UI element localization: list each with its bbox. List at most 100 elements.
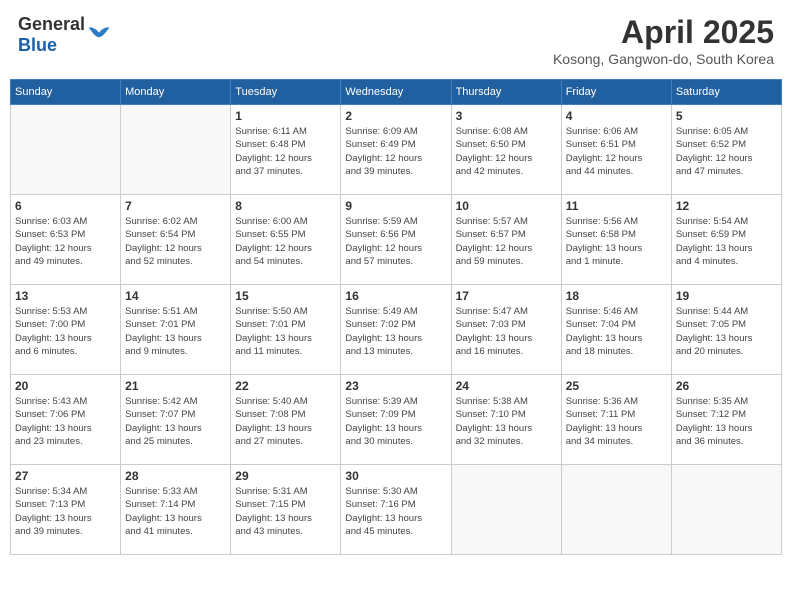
day-number: 18	[566, 289, 667, 303]
day-info: Sunrise: 5:36 AMSunset: 7:11 PMDaylight:…	[566, 395, 667, 448]
logo-blue-text: Blue	[18, 35, 85, 56]
day-number: 24	[456, 379, 557, 393]
day-info: Sunrise: 5:46 AMSunset: 7:04 PMDaylight:…	[566, 305, 667, 358]
calendar-cell: 14Sunrise: 5:51 AMSunset: 7:01 PMDayligh…	[121, 285, 231, 375]
day-number: 23	[345, 379, 446, 393]
day-number: 8	[235, 199, 336, 213]
day-info: Sunrise: 5:34 AMSunset: 7:13 PMDaylight:…	[15, 485, 116, 538]
calendar-cell: 12 Sunrise: 5:54 AMSunset: 6:59 PMDayligh…	[671, 195, 781, 285]
day-info: Sunrise: 6:00 AMSunset: 6:55 PMDaylight:…	[235, 215, 336, 268]
day-number: 6	[15, 199, 116, 213]
day-number: 28	[125, 469, 226, 483]
day-info: Sunrise: 5:31 AMSunset: 7:15 PMDaylight:…	[235, 485, 336, 538]
calendar-cell	[451, 465, 561, 555]
day-number: 30	[345, 469, 446, 483]
day-number: 26	[676, 379, 777, 393]
calendar-cell: 2 Sunrise: 6:09 AMSunset: 6:49 PMDaylight…	[341, 105, 451, 195]
calendar-cell: 9 Sunrise: 5:59 AMSunset: 6:56 PMDaylight…	[341, 195, 451, 285]
calendar-cell: 23 Sunrise: 5:39 AMSunset: 7:09 PMDayligh…	[341, 375, 451, 465]
calendar-cell: 21 Sunrise: 5:42 AMSunset: 7:07 PMDayligh…	[121, 375, 231, 465]
weekday-header-friday: Friday	[561, 80, 671, 105]
day-info: Sunrise: 5:30 AMSunset: 7:16 PMDaylight:…	[345, 485, 446, 538]
day-number: 21	[125, 379, 226, 393]
day-number: 22	[235, 379, 336, 393]
calendar-cell: 30 Sunrise: 5:30 AMSunset: 7:16 PMDayligh…	[341, 465, 451, 555]
logo: General Blue	[18, 14, 111, 56]
calendar-cell: 11 Sunrise: 5:56 AMSunset: 6:58 PMDayligh…	[561, 195, 671, 285]
day-number: 7	[125, 199, 226, 213]
day-number: 20	[15, 379, 116, 393]
page-header: General Blue April 2025 Kosong, Gangwon-…	[10, 10, 782, 71]
day-info: Sunrise: 5:43 AMSunset: 7:06 PMDaylight:…	[15, 395, 116, 448]
calendar-cell: 20 Sunrise: 5:43 AMSunset: 7:06 PMDayligh…	[11, 375, 121, 465]
day-number: 14	[125, 289, 226, 303]
calendar-week-row: 13 Sunrise: 5:53 AMSunset: 7:00 PMDayligh…	[11, 285, 782, 375]
day-number: 25	[566, 379, 667, 393]
calendar-cell: 29 Sunrise: 5:31 AMSunset: 7:15 PMDayligh…	[231, 465, 341, 555]
day-number: 19	[676, 289, 777, 303]
weekday-header-monday: Monday	[121, 80, 231, 105]
day-info: Sunrise: 5:49 AMSunset: 7:02 PMDaylight:…	[345, 305, 446, 358]
day-number: 5	[676, 109, 777, 123]
calendar-cell: 7Sunrise: 6:02 AMSunset: 6:54 PMDaylight…	[121, 195, 231, 285]
calendar-cell: 15 Sunrise: 5:50 AMSunset: 7:01 PMDayligh…	[231, 285, 341, 375]
day-info: Sunrise: 6:11 AMSunset: 6:48 PMDaylight:…	[235, 125, 336, 178]
day-number: 2	[345, 109, 446, 123]
day-info: Sunrise: 5:56 AMSunset: 6:58 PMDaylight:…	[566, 215, 667, 268]
day-number: 11	[566, 199, 667, 213]
day-number: 16	[345, 289, 446, 303]
day-number: 12	[676, 199, 777, 213]
weekday-header-row: SundayMondayTuesdayWednesdayThursdayFrid…	[11, 80, 782, 105]
day-info: Sunrise: 5:35 AMSunset: 7:12 PMDaylight:…	[676, 395, 777, 448]
calendar-cell	[121, 105, 231, 195]
calendar-cell: 25 Sunrise: 5:36 AMSunset: 7:11 PMDayligh…	[561, 375, 671, 465]
day-number: 10	[456, 199, 557, 213]
calendar-cell	[671, 465, 781, 555]
day-info: Sunrise: 5:39 AMSunset: 7:09 PMDaylight:…	[345, 395, 446, 448]
day-number: 3	[456, 109, 557, 123]
day-number: 17	[456, 289, 557, 303]
calendar-cell: 10 Sunrise: 5:57 AMSunset: 6:57 PMDayligh…	[451, 195, 561, 285]
day-number: 13	[15, 289, 116, 303]
day-info: Sunrise: 6:08 AMSunset: 6:50 PMDaylight:…	[456, 125, 557, 178]
calendar-week-row: 1 Sunrise: 6:11 AMSunset: 6:48 PMDaylight…	[11, 105, 782, 195]
calendar-cell: 4Sunrise: 6:06 AMSunset: 6:51 PMDaylight…	[561, 105, 671, 195]
weekday-header-saturday: Saturday	[671, 80, 781, 105]
month-title: April 2025	[553, 14, 774, 51]
day-number: 15	[235, 289, 336, 303]
logo-general-text: General	[18, 14, 85, 35]
day-info: Sunrise: 5:33 AMSunset: 7:14 PMDaylight:…	[125, 485, 226, 538]
day-info: Sunrise: 6:09 AMSunset: 6:49 PMDaylight:…	[345, 125, 446, 178]
weekday-header-sunday: Sunday	[11, 80, 121, 105]
calendar-cell: 16 Sunrise: 5:49 AMSunset: 7:02 PMDayligh…	[341, 285, 451, 375]
day-info: Sunrise: 5:38 AMSunset: 7:10 PMDaylight:…	[456, 395, 557, 448]
day-info: Sunrise: 5:54 AMSunset: 6:59 PMDaylight:…	[676, 215, 777, 268]
calendar-cell: 18 Sunrise: 5:46 AMSunset: 7:04 PMDayligh…	[561, 285, 671, 375]
day-info: Sunrise: 5:42 AMSunset: 7:07 PMDaylight:…	[125, 395, 226, 448]
calendar-cell: 19 Sunrise: 5:44 AMSunset: 7:05 PMDayligh…	[671, 285, 781, 375]
calendar-week-row: 27 Sunrise: 5:34 AMSunset: 7:13 PMDayligh…	[11, 465, 782, 555]
day-info: Sunrise: 5:53 AMSunset: 7:00 PMDaylight:…	[15, 305, 116, 358]
calendar-week-row: 6Sunrise: 6:03 AMSunset: 6:53 PMDaylight…	[11, 195, 782, 285]
calendar-cell: 3 Sunrise: 6:08 AMSunset: 6:50 PMDaylight…	[451, 105, 561, 195]
weekday-header-thursday: Thursday	[451, 80, 561, 105]
day-info: Sunrise: 5:59 AMSunset: 6:56 PMDaylight:…	[345, 215, 446, 268]
calendar-week-row: 20 Sunrise: 5:43 AMSunset: 7:06 PMDayligh…	[11, 375, 782, 465]
weekday-header-wednesday: Wednesday	[341, 80, 451, 105]
day-info: Sunrise: 5:50 AMSunset: 7:01 PMDaylight:…	[235, 305, 336, 358]
calendar-cell: 8 Sunrise: 6:00 AMSunset: 6:55 PMDaylight…	[231, 195, 341, 285]
day-number: 29	[235, 469, 336, 483]
day-info: Sunrise: 5:57 AMSunset: 6:57 PMDaylight:…	[456, 215, 557, 268]
title-block: April 2025 Kosong, Gangwon-do, South Kor…	[553, 14, 774, 67]
calendar-cell: 17Sunrise: 5:47 AMSunset: 7:03 PMDayligh…	[451, 285, 561, 375]
logo-bird-icon	[87, 23, 111, 47]
calendar-cell: 13 Sunrise: 5:53 AMSunset: 7:00 PMDayligh…	[11, 285, 121, 375]
day-number: 9	[345, 199, 446, 213]
day-info: Sunrise: 6:05 AMSunset: 6:52 PMDaylight:…	[676, 125, 777, 178]
day-number: 27	[15, 469, 116, 483]
calendar-cell: 6Sunrise: 6:03 AMSunset: 6:53 PMDaylight…	[11, 195, 121, 285]
day-number: 1	[235, 109, 336, 123]
day-info: Sunrise: 5:44 AMSunset: 7:05 PMDaylight:…	[676, 305, 777, 358]
location-subtitle: Kosong, Gangwon-do, South Korea	[553, 51, 774, 67]
calendar-cell: 28 Sunrise: 5:33 AMSunset: 7:14 PMDayligh…	[121, 465, 231, 555]
